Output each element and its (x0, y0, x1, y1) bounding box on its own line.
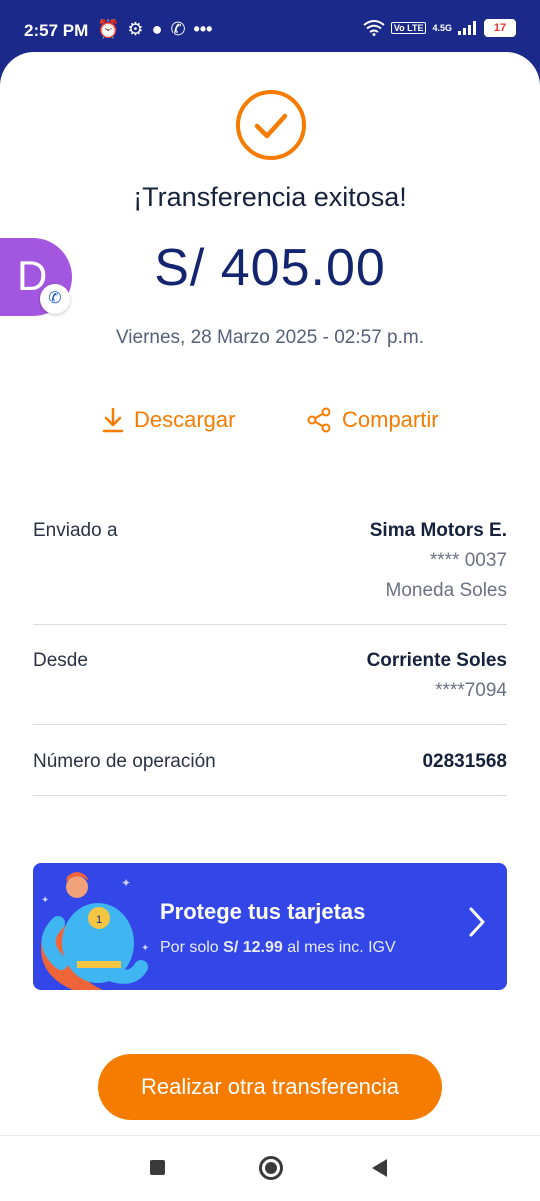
volte-icon: Vo LTE (390, 22, 427, 34)
from-label: Desde (33, 650, 88, 671)
status-bar: 2:57 PM ⏰ ⚙ ● ✆ ••• Vo LTE 4.5G 17 (0, 0, 540, 58)
share-label: Compartir (342, 407, 439, 432)
divider (33, 795, 507, 796)
call-icon: ✆ (170, 19, 186, 39)
receipt-sheet: ¡Transferencia exitosa! D ✆ S/ 405.00 Vi… (0, 52, 540, 1135)
system-navigation-bar (0, 1135, 540, 1201)
sent-to-label: Enviado a (33, 520, 118, 541)
promo-subtitle: Por solo S/ 12.99 al mes inc. IGV (160, 939, 396, 957)
battery-indicator: 17 (484, 19, 516, 37)
promo-title: Protege tus tarjetas (160, 899, 366, 924)
download-button[interactable]: Descargar (102, 407, 235, 433)
svg-text:1: 1 (96, 914, 102, 926)
svg-text:✦: ✦ (41, 895, 49, 906)
card-protection-banner[interactable]: 1 ✦ ✦ ✦ Protege tus tarjetas Por solo S/… (33, 863, 507, 990)
share-button[interactable]: Compartir (306, 407, 439, 433)
transfer-datetime: Viernes, 28 Marzo 2025 - 02:57 p.m. (115, 327, 425, 348)
operation-label: Número de operación (33, 751, 216, 772)
status-notification-icons: ⏰ ⚙ ● ✆ ••• (97, 19, 212, 40)
wifi-icon (363, 20, 385, 36)
operation-number: 02831568 (422, 751, 507, 772)
recents-button[interactable] (150, 1160, 165, 1175)
more-icon: ••• (193, 19, 213, 39)
sent-to-account: **** 0037 (429, 550, 507, 571)
home-button[interactable] (259, 1156, 283, 1180)
gear-icon: ⚙ (127, 19, 144, 39)
download-label: Descargar (134, 407, 236, 432)
chevron-right-icon (469, 907, 485, 937)
status-system-icons: Vo LTE 4.5G 17 (363, 19, 516, 37)
sent-to-name: Sima Motors E. (369, 520, 507, 541)
new-transfer-button[interactable]: Realizar otra transferencia (98, 1054, 442, 1120)
transfer-amount: S/ 405.00 (154, 239, 386, 297)
status-time: 2:57 PM (24, 21, 89, 40)
svg-text:✦: ✦ (141, 943, 149, 954)
chat-icon: ● (151, 19, 163, 39)
promo-sub-suffix: al mes inc. IGV (282, 939, 396, 956)
share-icon (307, 407, 331, 433)
sent-to-currency: Moneda Soles (385, 580, 507, 601)
divider (33, 624, 507, 625)
network-type: 4.5G (432, 23, 452, 33)
superhero-illustration: 1 ✦ ✦ ✦ (41, 872, 149, 990)
success-title: ¡Transferencia exitosa! (133, 182, 407, 212)
back-button[interactable] (372, 1159, 387, 1177)
from-account-name: Corriente Soles (366, 650, 507, 671)
alarm-icon: ⏰ (97, 19, 120, 39)
download-icon (102, 407, 124, 433)
success-check-icon (236, 90, 306, 160)
from-account-number: ****7094 (435, 680, 507, 701)
promo-price: S/ 12.99 (223, 939, 283, 956)
signal-icon (458, 21, 476, 35)
divider (33, 724, 507, 725)
promo-sub-prefix: Por solo (160, 939, 224, 956)
svg-text:✦: ✦ (121, 876, 131, 890)
